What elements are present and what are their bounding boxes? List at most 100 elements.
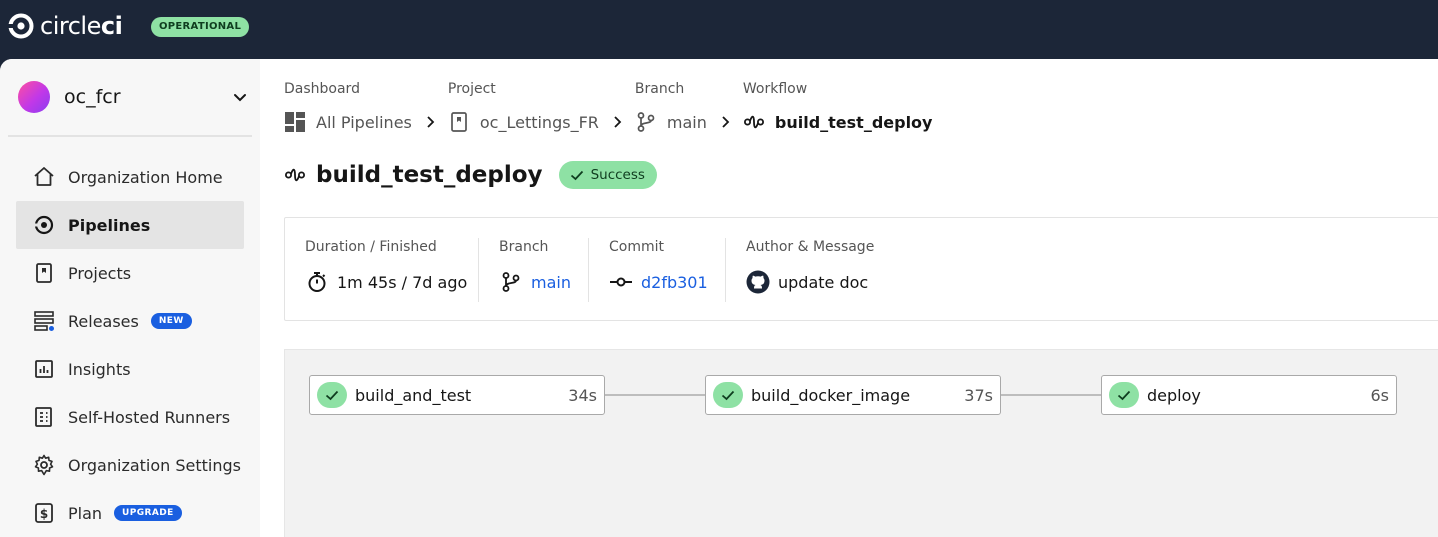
status-badge[interactable]: OPERATIONAL [151, 17, 250, 37]
status-badge: Success [558, 161, 657, 189]
sidebar-item-label: Organization Settings [68, 455, 241, 475]
branch-section: Branch main [499, 238, 571, 302]
sidebar-item-label: Pipelines [68, 215, 151, 235]
breadcrumb-value: main [666, 112, 707, 132]
breadcrumb-label: Project [447, 81, 496, 97]
avatar [18, 81, 50, 113]
success-check-icon [317, 382, 347, 408]
breadcrumb-link-branch[interactable]: main [635, 111, 733, 133]
sidebar: oc_fcr Organization Home Pipelines Proje… [0, 59, 260, 537]
main-content: Dashboard All Pipelines Project oc_Letti… [284, 59, 1438, 537]
breadcrumb: Dashboard All Pipelines Project oc_Letti… [284, 81, 942, 133]
workflow-icon [285, 168, 305, 182]
sidebar-item-insights[interactable]: Insights [16, 345, 244, 393]
dashboard-grid-icon [284, 111, 306, 133]
commit-label: Commit [609, 239, 664, 255]
github-icon [746, 270, 770, 294]
job-name: deploy [1147, 385, 1201, 405]
sidebar-item-organization-home[interactable]: Organization Home [16, 153, 244, 201]
commit-value-row: d2fb301 [609, 270, 708, 294]
pipelines-icon [32, 213, 56, 237]
breadcrumb-value: oc_Lettings_FR [479, 112, 599, 132]
chevron-down-icon [234, 94, 246, 102]
divider [725, 238, 726, 302]
workflow-details-card: Duration / Finished 1m 45s / 7d ago Bran… [284, 217, 1438, 321]
breadcrumb-link-all-pipelines[interactable]: All Pipelines [284, 111, 438, 133]
branch-icon [635, 111, 657, 133]
sidebar-item-self-hosted-runners[interactable]: Self-Hosted Runners [16, 393, 244, 441]
job-card-build-and-test[interactable]: build_and_test 34s [309, 375, 605, 415]
duration-value-row: 1m 45s / 7d ago [305, 270, 467, 294]
logo-text: circleci [40, 12, 123, 40]
job-card-deploy[interactable]: deploy 6s [1101, 375, 1397, 415]
commit-link[interactable]: d2fb301 [641, 273, 708, 292]
workflow-icon [743, 111, 765, 133]
job-card-build-docker-image[interactable]: build_docker_image 37s [705, 375, 1001, 415]
new-badge: NEW [150, 313, 192, 329]
status-text: Success [590, 167, 645, 183]
stopwatch-icon [305, 270, 329, 294]
sidebar-nav: Organization Home Pipelines Projects Rel… [16, 153, 244, 537]
author-value-row: update doc [746, 270, 874, 294]
duration-section: Duration / Finished 1m 45s / 7d ago [305, 238, 467, 302]
breadcrumb-branch: Branch main [635, 81, 733, 133]
projects-icon [32, 261, 56, 285]
sidebar-item-label: Organization Home [68, 167, 223, 187]
breadcrumb-label: Branch [634, 81, 685, 97]
author-label: Author & Message [746, 239, 875, 255]
workflow-header: build_test_deploy Success [284, 159, 657, 191]
dollar-icon: $ [32, 501, 56, 525]
upgrade-badge[interactable]: UPGRADE [114, 505, 182, 521]
commit-message: update doc [778, 272, 869, 292]
sidebar-item-label: Plan [68, 503, 103, 523]
releases-icon [32, 309, 56, 333]
runners-icon [32, 405, 56, 429]
sidebar-item-releases[interactable]: Releases NEW [16, 297, 244, 345]
projects-icon [448, 111, 470, 133]
sidebar-item-label: Releases [68, 311, 139, 331]
check-icon [570, 170, 583, 181]
duration-label: Duration / Finished [305, 239, 437, 255]
chevron-right-icon [427, 116, 435, 128]
top-bar: circleci OPERATIONAL [0, 0, 1438, 59]
breadcrumb-workflow: Workflow build_test_deploy [743, 81, 933, 133]
job-duration: 6s [1370, 385, 1389, 405]
breadcrumb-link-project[interactable]: oc_Lettings_FR [448, 111, 625, 133]
branch-value-row: main [499, 270, 571, 294]
commit-section: Commit d2fb301 [609, 238, 708, 302]
sidebar-item-label: Self-Hosted Runners [68, 407, 231, 427]
job-connector [605, 394, 705, 396]
home-icon [32, 165, 56, 189]
breadcrumb-label: Dashboard [284, 81, 360, 97]
gear-icon [32, 453, 56, 477]
page-title: build_test_deploy [316, 162, 543, 188]
duration-value: 1m 45s / 7d ago [337, 272, 468, 292]
circleci-logo[interactable]: circleci [8, 12, 123, 40]
svg-text:$: $ [40, 507, 48, 521]
breadcrumb-project: Project oc_Lettings_FR [448, 81, 625, 133]
sidebar-item-projects[interactable]: Projects [16, 249, 244, 297]
divider [8, 135, 252, 137]
sidebar-item-plan[interactable]: $ Plan UPGRADE [16, 489, 244, 537]
commit-icon [609, 270, 633, 294]
org-switcher[interactable]: oc_fcr [18, 81, 248, 113]
job-name: build_and_test [355, 385, 472, 405]
breadcrumb-value: All Pipelines [316, 112, 412, 132]
job-name: build_docker_image [751, 385, 911, 405]
job-duration: 34s [568, 385, 597, 405]
success-check-icon [713, 382, 743, 408]
sidebar-item-pipelines[interactable]: Pipelines [16, 201, 244, 249]
sidebar-item-organization-settings[interactable]: Organization Settings [16, 441, 244, 489]
chevron-right-icon [614, 116, 622, 128]
insights-icon [32, 357, 56, 381]
sidebar-item-label: Projects [68, 263, 132, 283]
breadcrumb-current-workflow: build_test_deploy [743, 111, 933, 133]
breadcrumb-dashboard: Dashboard All Pipelines [284, 81, 438, 133]
breadcrumb-value: build_test_deploy [774, 112, 933, 132]
chevron-right-icon [722, 116, 730, 128]
workflow-graph: build_and_test 34s build_docker_image 37… [284, 349, 1438, 537]
branch-link[interactable]: main [531, 273, 571, 292]
branch-icon [499, 270, 523, 294]
divider [478, 238, 479, 302]
org-name: oc_fcr [64, 86, 121, 108]
